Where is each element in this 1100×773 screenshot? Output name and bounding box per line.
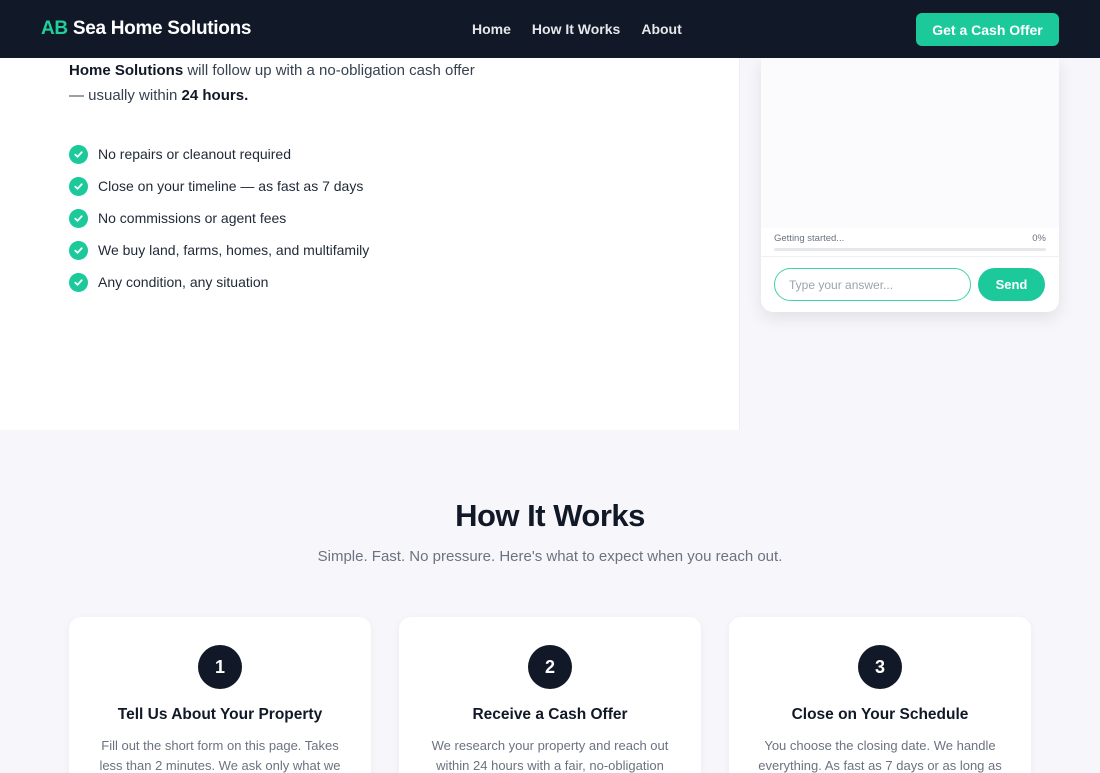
step-card-2: 2 Receive a Cash Offer We research your … <box>399 617 701 773</box>
check-circle-icon <box>69 144 88 164</box>
list-item: No commissions or agent fees <box>69 202 369 234</box>
intro-end: 24 hours. <box>181 87 249 104</box>
logo[interactable]: AB Sea Home Solutions <box>41 18 251 40</box>
step-title: Tell Us About Your Property <box>117 706 323 723</box>
step-number-badge: 3 <box>858 645 902 689</box>
intro-bold: Home Solutions <box>69 62 184 79</box>
check-circle-icon <box>69 240 88 260</box>
divider <box>761 256 1059 257</box>
benefit-text: We buy land, farms, homes, and multifami… <box>98 242 370 258</box>
check-circle-icon <box>69 208 88 228</box>
hero-intro-text: Home Solutions will follow up with a no-… <box>69 58 489 108</box>
step-number-badge: 1 <box>198 645 242 689</box>
progress-row: Getting started... 0% <box>774 233 1046 244</box>
list-item: Any condition, any situation <box>69 266 369 298</box>
logo-name: Sea Home Solutions <box>72 18 252 39</box>
progress-status: Getting started... <box>774 233 845 244</box>
nav-link-how-it-works[interactable]: How It Works <box>532 21 620 37</box>
benefit-text: No commissions or agent fees <box>98 210 287 226</box>
step-title: Close on Your Schedule <box>791 706 969 723</box>
step-number-badge: 2 <box>528 645 572 689</box>
nav-links: Home How It Works About <box>472 21 682 37</box>
list-item: No repairs or cleanout required <box>69 138 369 170</box>
list-item: Close on your timeline — as fast as 7 da… <box>69 170 369 202</box>
step-card-1: 1 Tell Us About Your Property Fill out t… <box>69 617 371 773</box>
get-cash-offer-button[interactable]: Get a Cash Offer <box>916 13 1059 46</box>
benefit-text: Close on your timeline — as fast as 7 da… <box>98 178 364 194</box>
answer-input[interactable] <box>774 268 971 301</box>
hero-section: Home Solutions will follow up with a no-… <box>0 58 1100 430</box>
check-circle-icon <box>69 176 88 196</box>
chat-widget: Getting started... 0% Send <box>761 58 1059 312</box>
nav-link-home[interactable]: Home <box>472 21 511 37</box>
list-item: We buy land, farms, homes, and multifami… <box>69 234 369 266</box>
check-circle-icon <box>69 272 88 292</box>
benefit-text: Any condition, any situation <box>98 274 269 290</box>
progress-percent: 0% <box>1032 233 1046 244</box>
send-button[interactable]: Send <box>978 268 1045 301</box>
logo-initials: AB <box>41 18 68 39</box>
step-description: Fill out the short form on this page. Ta… <box>99 738 341 773</box>
step-description: You choose the closing date. We handle e… <box>758 738 1002 773</box>
top-navbar: AB Sea Home Solutions Home How It Works A… <box>0 0 1100 58</box>
nav-link-about[interactable]: About <box>641 21 681 37</box>
step-description: We research your property and reach out … <box>431 738 669 773</box>
step-card-3: 3 Close on Your Schedule You choose the … <box>729 617 1031 773</box>
step-title: Receive a Cash Offer <box>472 706 628 723</box>
chat-messages-area[interactable] <box>761 58 1059 228</box>
benefit-text: No repairs or cleanout required <box>98 146 291 162</box>
benefits-list: No repairs or cleanout required Close on… <box>69 138 369 298</box>
progress-bar <box>774 248 1046 251</box>
section-subtitle: Simple. Fast. No pressure. Here's what t… <box>317 548 783 565</box>
section-title: How It Works <box>455 498 645 533</box>
